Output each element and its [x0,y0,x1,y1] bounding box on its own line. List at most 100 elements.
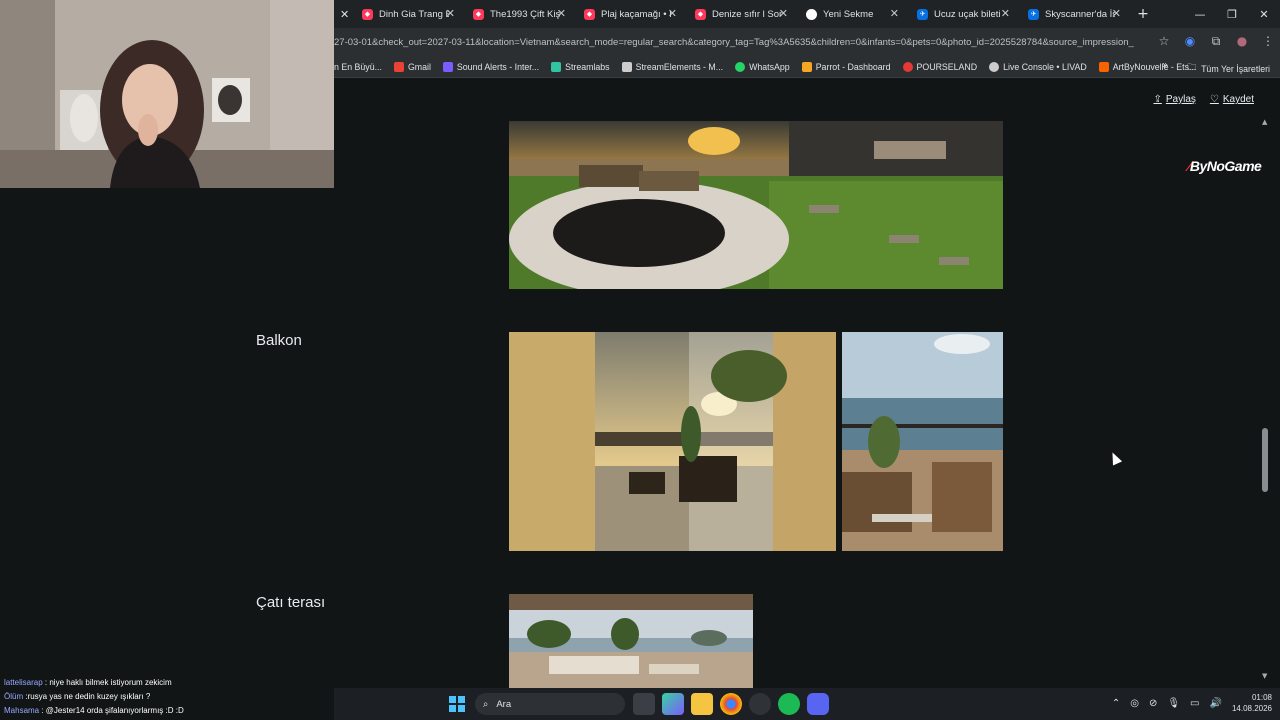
browser-tab[interactable]: ✈ Ucuz uçak bileti ✕ [909,0,1020,28]
heart-icon: ♡ [1209,94,1219,105]
browser-tab[interactable]: ◆ Plaj kaçamağı • K ✕ [576,0,687,28]
bookmark-item[interactable]: StreamElements - M... [621,61,724,72]
section-title-roof-terrace: Çatı terası [256,594,326,611]
volume-icon[interactable]: 🔊 [1210,698,1222,709]
task-view-icon[interactable] [633,693,655,715]
windows-logo [449,696,465,712]
browser-tab[interactable]: ◆ Dinh Gia Trang Ev ✕ [354,0,465,28]
app-icon[interactable] [749,693,771,715]
share-label: Paylaş [1165,94,1196,105]
tab-label: Yeni Sekme [823,8,874,20]
chat-text: :rusya yas ne dedin kuzey ışıkları ? [23,692,151,701]
browser-tab[interactable]: ✈ Skyscanner'da İst ✕ [1020,0,1131,28]
close-icon[interactable]: ✕ [779,7,788,20]
address-bar[interactable]: 27-03-01&check_out=2027-03-11&location=V… [334,28,1280,56]
pourseland-icon [902,61,913,72]
file-explorer-icon[interactable] [691,693,713,715]
discord-icon[interactable] [807,693,829,715]
airbnb-icon: ◆ [695,8,706,20]
taskbar-search[interactable]: ⌕ Ara [475,693,625,715]
bookmark-item[interactable]: Live Console • LIVAD [989,61,1087,72]
menu-icon[interactable]: ⋮ [1260,34,1276,49]
chat-text: : niye haklı bilmek istiyorum zekicim [42,678,172,687]
all-bookmarks-button[interactable]: 🗀 Tüm Yer İşaretleri [1187,61,1270,76]
section-title-balcony: Balkon [256,332,302,349]
scroll-down-icon[interactable]: ▼ [1262,672,1267,680]
bookmark-item[interactable]: Sound Alerts - Inter... [442,61,540,72]
bookmark-label: StreamElements - M... [635,61,724,72]
window-controls: — ❐ ✕ [1184,0,1280,28]
browser-tab[interactable]: ◆ Denize sıfır l Sons ✕ [687,0,798,28]
profile-avatar-icon[interactable]: ● [1234,34,1250,49]
photo-balcony-2[interactable] [842,332,1003,551]
app-tray-icon[interactable]: ◎ [1130,698,1139,709]
bookmark-item[interactable]: Gmail [393,61,431,72]
bookmarks-overflow-icon[interactable]: » [1162,60,1168,71]
close-icon[interactable]: ✕ [890,7,899,20]
copilot-icon[interactable] [662,693,684,715]
close-icon[interactable]: ✕ [446,7,455,20]
chrome-taskbar-icon[interactable] [720,693,742,715]
chat-text: : @Jester14 orda şifalanıyorlarmış :D :D [39,706,184,715]
network-icon[interactable]: ▭ [1190,698,1199,709]
bookmark-item[interactable]: Parrot - Dashboard [801,61,891,72]
airbnb-icon: ◆ [362,8,373,20]
chat-username: lattelisarap [4,678,43,687]
puzzle-icon[interactable]: ⧉ [1208,34,1224,49]
bynogame-watermark: ∕ByNoGame [1188,158,1262,174]
chevron-up-icon[interactable]: ⌃ [1112,698,1120,709]
airbnb-icon: ◆ [473,8,484,20]
spotify-icon[interactable] [778,693,800,715]
roof-terrace-image [509,594,753,688]
bookmark-item[interactable]: Streamlabs [551,61,610,72]
close-icon[interactable]: ✕ [1001,7,1010,20]
balcony-image-2 [842,332,1003,551]
bookmark-label: WhatsApp [749,61,790,72]
close-icon[interactable]: ✕ [340,8,349,21]
photo-balcony-1[interactable] [509,332,836,551]
share-button[interactable]: ⇪ Paylaş [1153,94,1195,105]
scroll-up-icon[interactable]: ▲ [1262,118,1267,126]
sound-alerts-icon [442,61,453,72]
browser-tab-bar: ✕ ◆ Dinh Gia Trang Ev ✕ ◆ The1993 Çift K… [334,0,1280,28]
close-icon[interactable]: ✕ [557,7,566,20]
clock[interactable]: 01:08 14.08.2026 [1232,692,1272,714]
browser-tab[interactable]: ◆ The1993 Çift Kişil ✕ [465,0,576,28]
folder-icon: 🗀 [1187,63,1197,73]
bookmark-label: Streamlabs [565,61,610,72]
livad-icon [989,61,1000,72]
bookmarks-bar: n En Büyü... Gmail Sound Alerts - Inter.… [334,56,1280,78]
tab-label: Skyscanner'da İst [1045,8,1115,20]
microphone-icon[interactable]: 🎙 [1167,698,1180,709]
bookmark-label: Sound Alerts - Inter... [456,61,540,72]
skyscanner-icon: ✈ [1028,8,1039,20]
close-icon[interactable]: ✕ [668,7,677,20]
toolbar-icons: ☆ ◉ ⧉ ● ⋮ [1156,34,1276,49]
bookmark-item[interactable]: POURSELAND [902,61,977,72]
clock-time: 01:08 [1251,693,1272,702]
url-text[interactable]: 27-03-01&check_out=2027-03-11&location=V… [334,37,1134,48]
bookmark-item[interactable]: n En Büyü... [334,62,382,72]
windows-start-icon[interactable] [446,693,468,715]
bookmark-item[interactable]: WhatsApp [735,61,790,72]
minimize-icon[interactable]: — [1184,0,1216,28]
photo-roof-terrace[interactable] [509,594,753,688]
close-window-icon[interactable]: ✕ [1248,0,1280,28]
tray-icon[interactable]: ⊘ [1149,698,1157,709]
scroll-thumb[interactable] [1262,428,1268,492]
star-icon[interactable]: ☆ [1156,34,1172,49]
taskbar: ⌕ Ara ⌃ ◎ ⊘ 🎙 ▭ 🔊 01:08 14.08.2026 [334,688,1280,720]
close-icon[interactable]: ✕ [1112,7,1121,20]
photo-garden[interactable] [509,121,1003,289]
restore-icon[interactable]: ❐ [1216,0,1248,28]
page-scrollbar[interactable]: ▲ ▼ [1262,118,1270,680]
save-button[interactable]: ♡ Kaydet [1210,94,1254,105]
all-bookmarks-label: Tüm Yer İşaretleri [1201,63,1270,74]
extension-icon[interactable]: ◉ [1182,34,1198,49]
bookmark-item[interactable]: ArtByNouvelle - Ets... [1098,61,1196,72]
browser-tab[interactable]: Yeni Sekme ✕ [798,0,909,28]
tab-close-current[interactable]: ✕ [334,0,354,28]
tab-label: Ucuz uçak bileti [934,8,1001,20]
tab-label: Plaj kaçamağı • K [601,8,671,20]
new-tab-button[interactable]: + [1131,6,1155,22]
